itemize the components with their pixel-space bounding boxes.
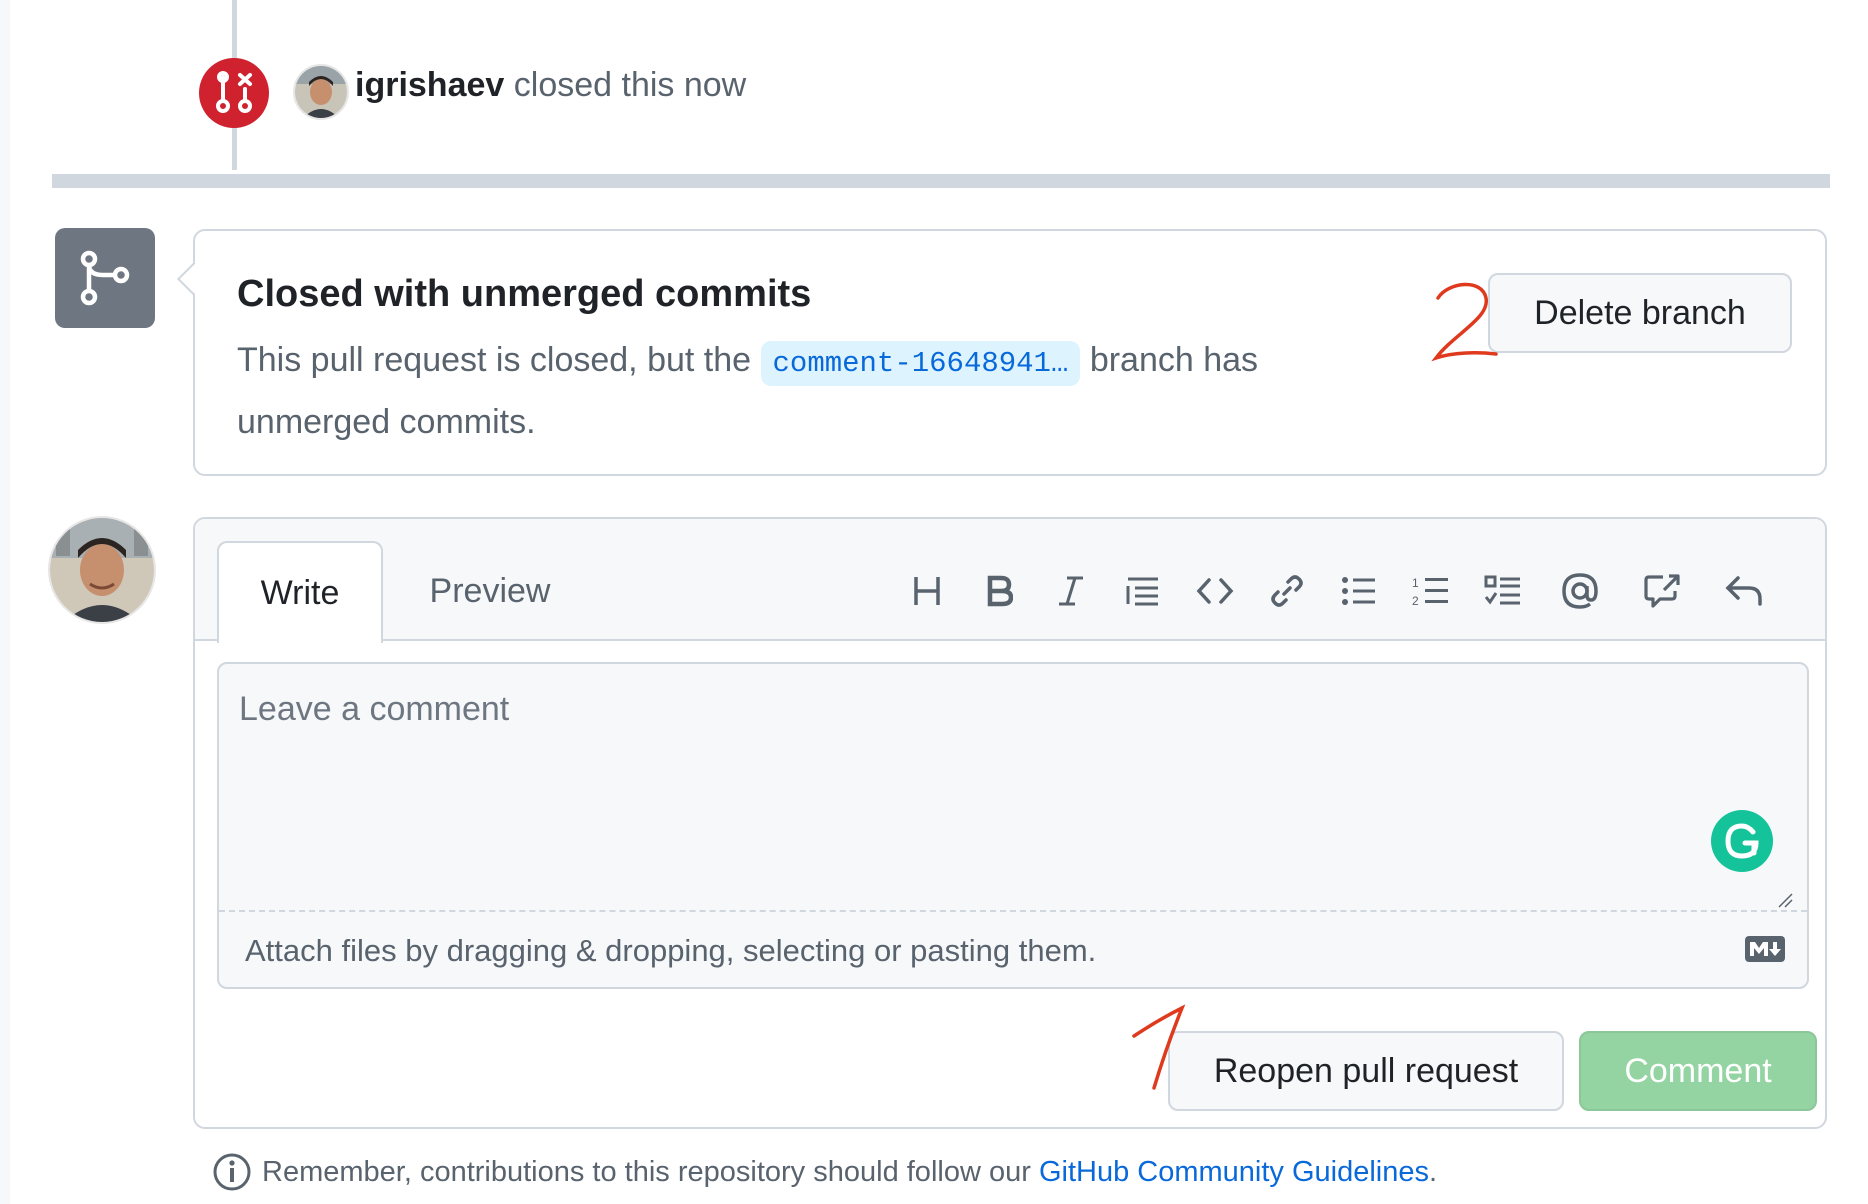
current-user-avatar[interactable]: [48, 516, 156, 624]
git-branch-icon: [55, 228, 155, 328]
grammarly-icon[interactable]: [1711, 810, 1773, 872]
comment-button[interactable]: Comment: [1579, 1031, 1817, 1111]
markdown-icon[interactable]: [1745, 936, 1785, 962]
community-guidelines-note: Remember, contributions to this reposito…: [212, 1152, 1437, 1192]
desc-text-before: This pull request is closed, but the: [237, 341, 752, 379]
pr-closed-icon: [199, 58, 269, 128]
annotation-number-1: [1132, 1004, 1186, 1090]
italic-icon[interactable]: [1035, 563, 1107, 619]
merge-status-box: Closed with unmerged commits This pull r…: [177, 229, 1827, 476]
task-list-icon[interactable]: [1467, 563, 1539, 619]
code-icon[interactable]: [1179, 563, 1251, 619]
branch-name-chip[interactable]: comment-16648941…: [760, 341, 1081, 386]
community-guidelines-link[interactable]: GitHub Community Guidelines: [1039, 1156, 1429, 1189]
comment-textarea[interactable]: [219, 664, 1807, 910]
page-left-edge: [0, 0, 10, 1204]
quote-icon[interactable]: [1107, 563, 1179, 619]
timeline-divider: [52, 174, 1830, 188]
attach-files-text: Attach files by dragging & dropping, sel…: [245, 932, 1097, 968]
resize-handle[interactable]: [1777, 892, 1793, 908]
timeline-event-text: igrishaev closed this now: [355, 66, 746, 105]
merge-status-description: This pull request is closed, but the com…: [237, 331, 1317, 451]
tab-preview[interactable]: Preview: [400, 541, 580, 641]
event-action: closed this now: [513, 66, 747, 104]
info-icon: [213, 1153, 251, 1191]
merge-status-title: Closed with unmerged commits: [237, 273, 812, 315]
author-link[interactable]: igrishaev: [355, 66, 504, 104]
attach-files-bar[interactable]: Attach files by dragging & dropping, sel…: [219, 910, 1807, 987]
delete-branch-button[interactable]: Delete branch: [1488, 273, 1792, 353]
cross-reference-icon[interactable]: [1621, 563, 1703, 619]
bulleted-list-icon[interactable]: [1323, 563, 1395, 619]
avatar[interactable]: [293, 64, 349, 120]
comment-form: Write Preview 1 2 Leave a comment Attach…: [193, 517, 1827, 1129]
mention-icon[interactable]: [1539, 563, 1621, 619]
tab-write[interactable]: Write: [217, 541, 383, 643]
comment-form-header: Write Preview 1 2: [195, 519, 1825, 643]
markdown-toolbar: 12: [891, 561, 1785, 621]
guideline-end: .: [1428, 1155, 1438, 1188]
box-caret: [177, 262, 211, 296]
svg-text:2: 2: [1412, 594, 1419, 607]
svg-text:1: 1: [1412, 576, 1419, 590]
link-icon[interactable]: [1251, 563, 1323, 619]
bold-icon[interactable]: [963, 563, 1035, 619]
comment-editor: Attach files by dragging & dropping, sel…: [217, 662, 1809, 989]
heading-icon[interactable]: [891, 563, 963, 619]
guideline-text: Remember, contributions to this reposito…: [262, 1155, 1031, 1188]
reply-icon[interactable]: [1703, 563, 1785, 619]
annotation-number-2: [1431, 282, 1498, 362]
numbered-list-icon[interactable]: 12: [1395, 563, 1467, 619]
reopen-pull-request-button[interactable]: Reopen pull request: [1168, 1031, 1564, 1111]
